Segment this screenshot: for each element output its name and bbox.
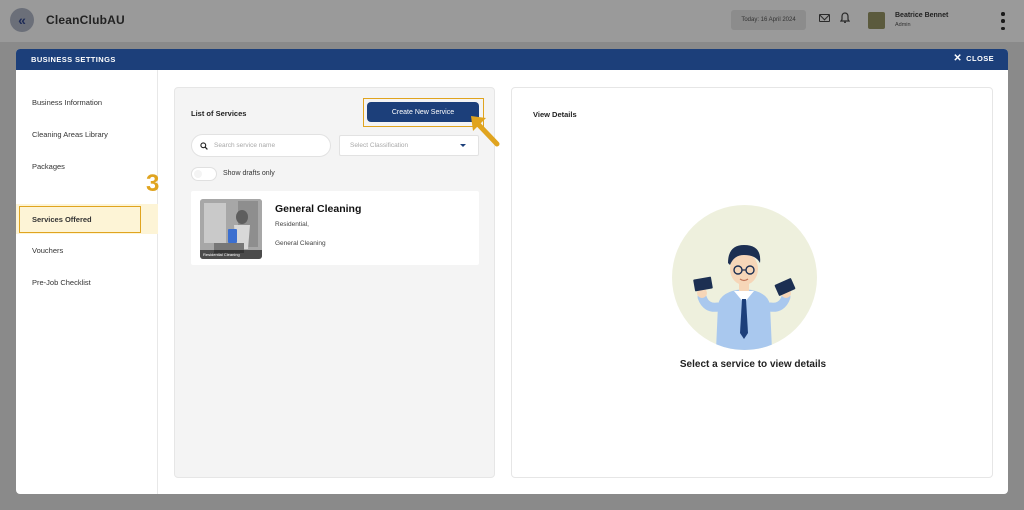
- sidebar-item-vouchers[interactable]: Vouchers: [32, 246, 63, 255]
- search-icon: [200, 141, 208, 150]
- close-icon: ✕: [953, 52, 963, 64]
- avatar[interactable]: [868, 12, 885, 29]
- view-details-panel: View Details Select a service to view de…: [511, 87, 993, 478]
- service-name: General Cleaning: [275, 203, 362, 215]
- sidebar-item-services-offered[interactable]: Services Offered: [32, 215, 92, 224]
- sidebar-item-cleaning-areas-library[interactable]: Cleaning Areas Library: [32, 130, 108, 139]
- kebab-menu-icon[interactable]: [1000, 12, 1006, 30]
- drafts-toggle[interactable]: [191, 167, 217, 181]
- step-number: 3: [146, 170, 160, 197]
- service-subtitle: General Cleaning: [275, 240, 326, 247]
- service-card[interactable]: Residential Cleaning General Cleaning Re…: [191, 191, 479, 265]
- sidebar-item-pre-job-checklist[interactable]: Pre-Job Checklist: [32, 278, 91, 287]
- search-field[interactable]: [191, 134, 331, 157]
- search-input[interactable]: [214, 142, 314, 149]
- double-chevron-left-icon[interactable]: «: [10, 8, 34, 32]
- classification-select[interactable]: Select Classification: [339, 135, 479, 156]
- user-name: Beatrice Bennet: [895, 12, 949, 19]
- details-title: View Details: [533, 110, 577, 119]
- service-category: Residential,: [275, 221, 309, 228]
- drafts-toggle-label: Show drafts only: [223, 170, 275, 177]
- sidebar-item-business-information[interactable]: Business Information: [32, 98, 102, 107]
- arrow-annotation-icon: [471, 116, 500, 147]
- sidebar-item-packages[interactable]: Packages: [32, 162, 65, 171]
- close-button[interactable]: ✕ CLOSE: [953, 52, 994, 64]
- modal-title: BUSINESS SETTINGS: [31, 55, 116, 64]
- settings-sidebar: Business Information Cleaning Areas Libr…: [16, 70, 158, 494]
- date-label: Today: 16 April 2024: [731, 10, 806, 30]
- empty-state-message: Select a service to view details: [679, 359, 827, 370]
- bell-icon[interactable]: [839, 11, 851, 25]
- caret-down-icon: [460, 144, 466, 147]
- classification-placeholder: Select Classification: [350, 142, 409, 149]
- services-list-panel: List of Services Create New Service Sele…: [174, 87, 495, 478]
- service-thumbnail: Residential Cleaning: [200, 199, 262, 259]
- modal-header: BUSINESS SETTINGS ✕ CLOSE: [16, 49, 1008, 70]
- create-new-service-button[interactable]: Create New Service: [367, 102, 479, 122]
- app-title: CleanClubAU: [46, 13, 125, 27]
- list-title: List of Services: [191, 109, 247, 118]
- empty-state-illustration: [672, 205, 817, 350]
- thumbnail-tag: Residential Cleaning: [200, 250, 262, 259]
- mail-icon[interactable]: [819, 14, 830, 22]
- user-role: Admin: [895, 22, 911, 28]
- close-label: CLOSE: [966, 54, 994, 63]
- app-header: « CleanClubAU Today: 16 April 2024 Beatr…: [0, 0, 1024, 42]
